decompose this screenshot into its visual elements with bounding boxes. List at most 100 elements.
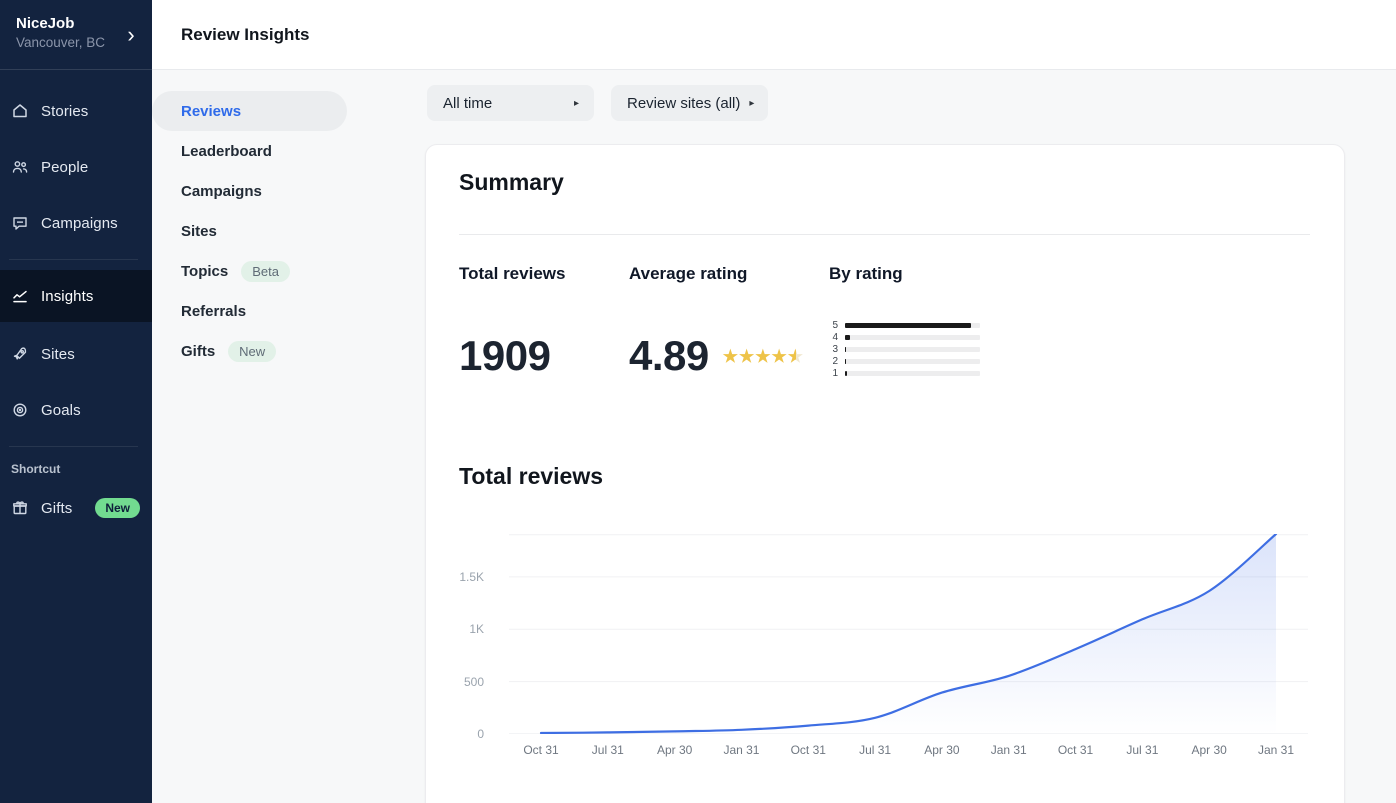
subnav-item-label: Gifts [181, 343, 215, 360]
rating-bar-fill [845, 359, 846, 364]
rating-bar-fill [845, 347, 846, 352]
rating-bar-label: 5 [830, 321, 838, 331]
rating-stars: ★★★★★ [723, 348, 804, 365]
sidebar: NiceJob Vancouver, BC › Stories People C… [0, 0, 152, 803]
subnav-item-leaderboard[interactable]: Leaderboard [152, 131, 347, 171]
subnav-item-sites[interactable]: Sites [152, 211, 347, 251]
y-tick-label: 0 [477, 727, 484, 741]
new-badge: New [95, 498, 140, 518]
chat-icon [11, 214, 29, 232]
sidebar-item-label: Insights [41, 288, 94, 305]
sidebar-divider [9, 446, 138, 447]
sidebar-divider [9, 259, 138, 260]
star-icon: ★ [755, 348, 771, 365]
stat-label: By rating [829, 264, 903, 284]
gift-icon [11, 499, 29, 517]
subnav-item-gifts[interactable]: Gifts New [152, 331, 347, 371]
subnav-item-reviews[interactable]: Reviews [152, 91, 347, 131]
subnav-item-referrals[interactable]: Referrals [152, 291, 347, 331]
sidebar-item-people[interactable]: People [0, 147, 152, 187]
rating-bar-track [845, 371, 980, 376]
review-sites-value: Review sites (all) [627, 95, 740, 112]
average-rating-stat: Average rating 4.89 ★★★★★ [629, 264, 804, 380]
stat-label: Total reviews [459, 264, 565, 284]
people-icon [11, 158, 29, 176]
rating-bar-fill [845, 371, 847, 376]
filter-bar: All time ▸ Review sites (all) ▸ [427, 85, 768, 121]
insights-subnav: Reviews Leaderboard Campaigns Sites Topi… [152, 91, 347, 371]
total-reviews-stat: Total reviews 1909 [459, 264, 565, 380]
rating-bar-row: 2 [830, 359, 980, 364]
rating-bar-row: 5 [830, 323, 980, 328]
rating-bar-track [845, 347, 980, 352]
x-tick-label: Jan 31 [991, 743, 1027, 757]
card-divider [459, 234, 1310, 235]
review-sites-dropdown[interactable]: Review sites (all) ▸ [611, 85, 768, 121]
rating-bar-track [845, 359, 980, 364]
rating-bar-track [845, 335, 980, 340]
sidebar-item-label: People [41, 159, 88, 176]
x-tick-label: Oct 31 [1058, 743, 1093, 757]
sidebar-item-campaigns[interactable]: Campaigns [0, 203, 152, 243]
star-icon: ★ [723, 348, 739, 365]
sidebar-item-sites[interactable]: Sites [0, 334, 152, 374]
average-rating-value: 4.89 [629, 332, 709, 380]
summary-heading: Summary [459, 169, 564, 196]
chart-icon [11, 287, 29, 305]
x-tick-label: Jan 31 [723, 743, 759, 757]
chart-title: Total reviews [459, 463, 603, 490]
x-tick-label: Apr 30 [924, 743, 959, 757]
y-tick-label: 1K [469, 622, 484, 636]
home-icon [11, 102, 29, 120]
subnav-item-campaigns[interactable]: Campaigns [152, 171, 347, 211]
total-reviews-value: 1909 [459, 332, 565, 380]
rating-bar-row: 1 [830, 371, 980, 376]
workspace-switcher[interactable]: NiceJob Vancouver, BC › [0, 0, 152, 70]
x-tick-label: Jul 31 [592, 743, 624, 757]
beta-badge: Beta [241, 261, 290, 282]
x-tick-label: Oct 31 [791, 743, 826, 757]
rating-bar-row: 4 [830, 335, 980, 340]
sidebar-item-label: Goals [41, 402, 81, 419]
rocket-icon [11, 345, 29, 363]
subnav-item-label: Referrals [181, 303, 246, 320]
total-reviews-line-chart [509, 534, 1308, 734]
x-tick-label: Jan 31 [1258, 743, 1294, 757]
sidebar-item-label: Gifts [41, 500, 72, 517]
rating-bar-fill [845, 335, 850, 340]
sidebar-item-stories[interactable]: Stories [0, 91, 152, 131]
rating-bar-label: 4 [830, 333, 838, 343]
chevron-right-icon[interactable]: › [118, 22, 144, 48]
star-icon: ★ [739, 348, 755, 365]
rating-bar-label: 1 [830, 369, 838, 379]
rating-bar-row: 3 [830, 347, 980, 352]
x-tick-label: Apr 30 [657, 743, 692, 757]
sidebar-item-label: Stories [41, 103, 88, 120]
x-tick-label: Jul 31 [859, 743, 891, 757]
subnav-item-label: Leaderboard [181, 143, 272, 160]
by-rating-stat: By rating [829, 264, 903, 284]
target-icon [11, 401, 29, 419]
x-tick-label: Jul 31 [1126, 743, 1158, 757]
time-range-value: All time [443, 95, 492, 112]
subnav-item-label: Reviews [181, 103, 241, 120]
sidebar-item-label: Campaigns [41, 215, 118, 232]
rating-bar-track [845, 323, 980, 328]
sidebar-item-goals[interactable]: Goals [0, 390, 152, 430]
caret-right-icon: ▸ [574, 98, 579, 109]
by-rating-bars: 5 4 3 2 1 [830, 323, 980, 383]
sidebar-item-gifts[interactable]: Gifts New [0, 488, 152, 528]
caret-right-icon: ▸ [749, 98, 754, 109]
y-tick-label: 1.5K [459, 570, 484, 584]
time-range-dropdown[interactable]: All time ▸ [427, 85, 594, 121]
x-axis-labels: Oct 31 Jul 31 Apr 30 Jan 31 Oct 31 Jul 31 Apr … [509, 743, 1308, 759]
x-tick-label: Oct 31 [523, 743, 558, 757]
stat-label: Average rating [629, 264, 804, 284]
subnav-item-label: Sites [181, 223, 217, 240]
half-star-icon: ★ [788, 348, 804, 365]
sidebar-item-label: Sites [41, 346, 75, 363]
sidebar-item-insights[interactable]: Insights [0, 270, 152, 322]
subnav-item-topics[interactable]: Topics Beta [152, 251, 347, 291]
y-axis-labels: 05001K1.5K [426, 534, 484, 734]
x-tick-label: Apr 30 [1191, 743, 1226, 757]
